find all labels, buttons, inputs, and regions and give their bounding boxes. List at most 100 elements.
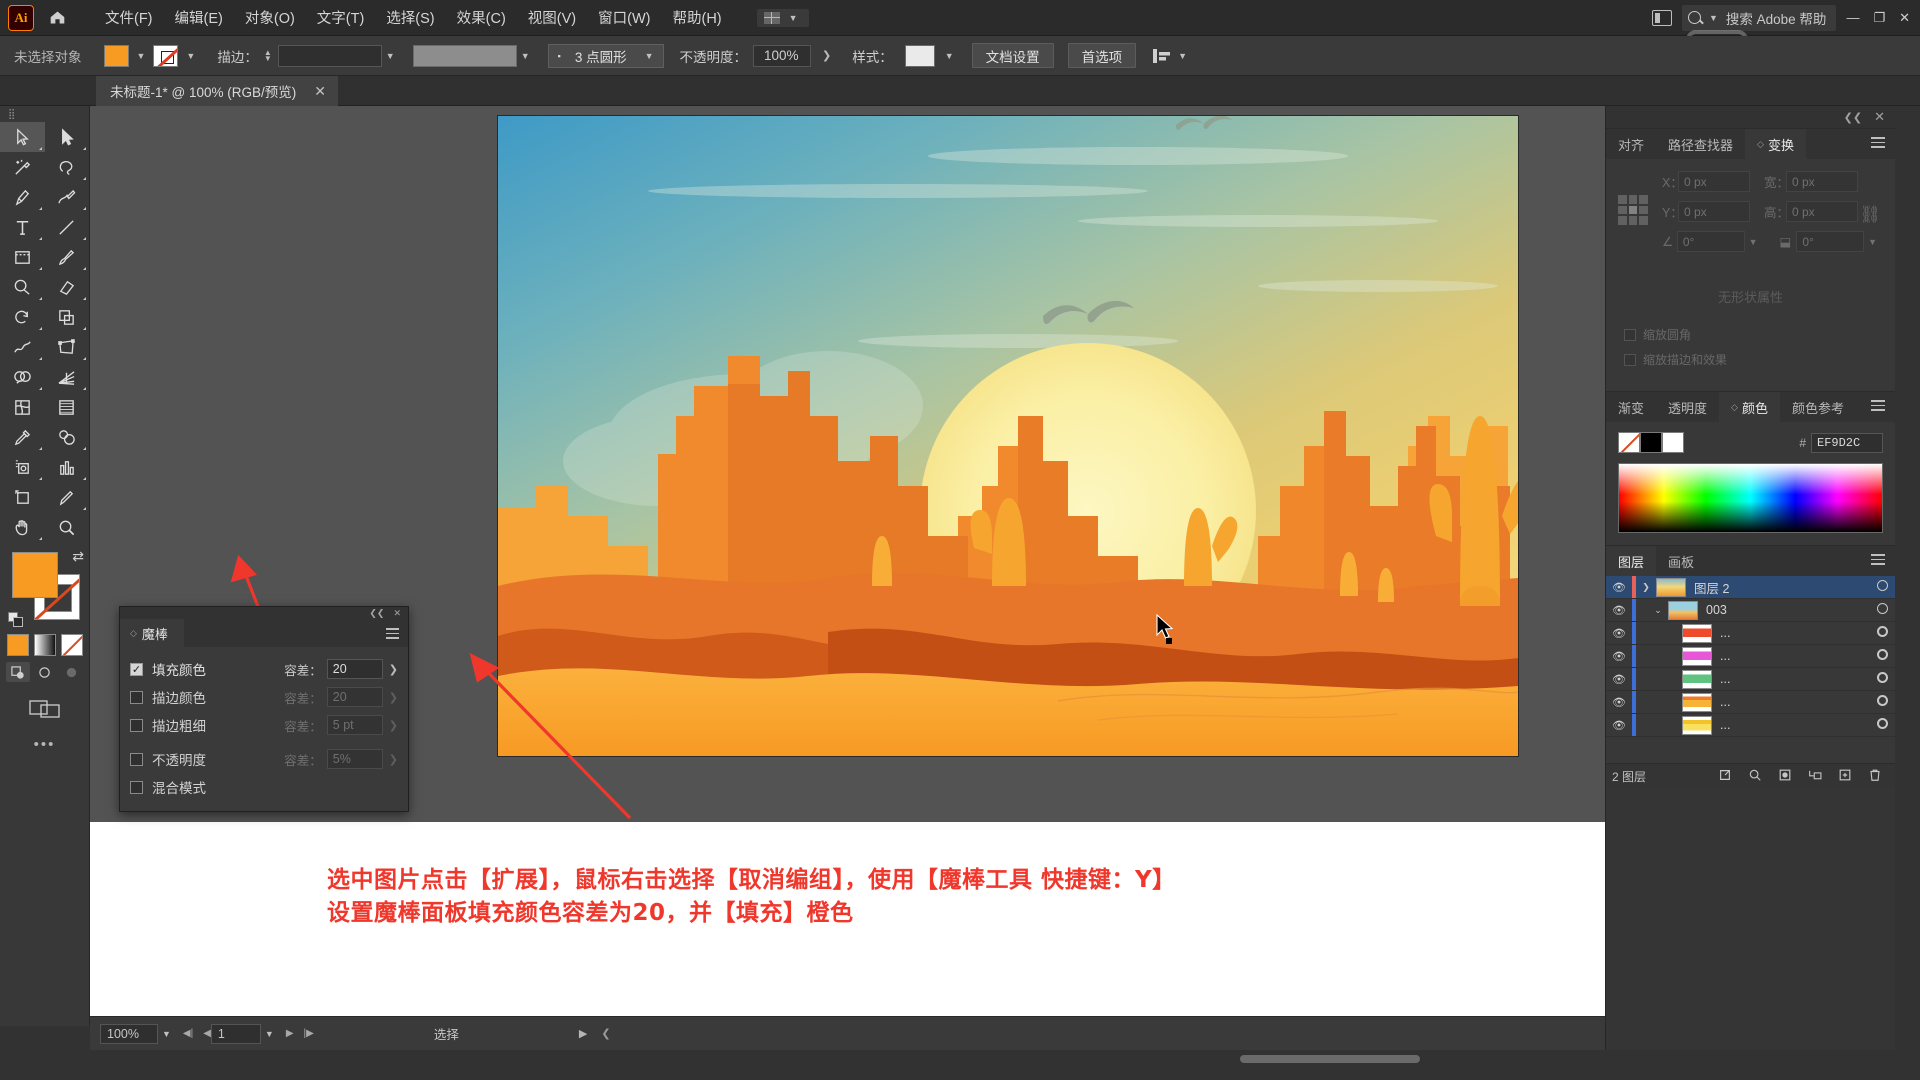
last-artboard-icon[interactable]: |▶ (304, 1028, 314, 1039)
tab-artboards[interactable]: 画板 (1656, 546, 1706, 576)
tab-pathfinder[interactable]: 路径查找器 (1656, 129, 1745, 159)
scale-corners-option[interactable]: 缩放圆角 (1624, 326, 1881, 343)
table-row[interactable]: 👁 ... (1606, 645, 1895, 668)
align-options-icon[interactable] (1152, 47, 1174, 65)
menu-help[interactable]: 帮助(H) (661, 1, 732, 34)
eye-icon[interactable]: 👁 (1606, 604, 1632, 617)
table-row[interactable]: 👁 ... (1606, 714, 1895, 737)
document-setup-button[interactable]: 文档设置 (971, 43, 1054, 68)
menu-select[interactable]: 选择(S) (375, 1, 445, 34)
direct-selection-tool[interactable] (45, 122, 90, 152)
free-transform-tool[interactable] (45, 332, 90, 362)
menu-window[interactable]: 窗口(W) (587, 1, 661, 34)
tab-color-guide[interactable]: 颜色参考 (1780, 392, 1856, 422)
chevron-down-icon[interactable]: ▼ (158, 1029, 175, 1039)
menu-file[interactable]: 文件(F) (94, 1, 164, 34)
stroke-weight-field[interactable] (277, 44, 382, 67)
magic-wand-tool[interactable] (0, 152, 45, 182)
make-clipping-mask-icon[interactable] (1771, 768, 1799, 785)
slice-tool[interactable] (45, 482, 90, 512)
hex-input[interactable]: EF9D2C (1811, 432, 1883, 453)
stroke-swatch[interactable] (153, 44, 179, 67)
black-swatch[interactable] (1640, 432, 1662, 453)
fill-color-checkbox[interactable]: ✓ (130, 662, 143, 676)
blend-tool[interactable] (45, 422, 90, 452)
layer-name[interactable]: 003 (1706, 603, 1869, 617)
close-button[interactable]: ✕ (1899, 10, 1910, 26)
first-artboard-icon[interactable]: ◀| (183, 1028, 193, 1039)
eye-icon[interactable]: 👁 (1606, 696, 1632, 709)
prev-artboard-icon[interactable]: ◀ (203, 1028, 211, 1039)
artboard-number-field[interactable]: 1 (210, 1023, 261, 1044)
target-indicator[interactable] (1869, 672, 1895, 686)
menu-effect[interactable]: 效果(C) (446, 1, 517, 34)
eye-icon[interactable]: 👁 (1606, 650, 1632, 663)
panel-menu-icon[interactable] (1871, 554, 1885, 568)
chevron-right-icon[interactable]: ❯ (1636, 582, 1656, 593)
chevron-down-icon[interactable]: ▼ (261, 1029, 278, 1039)
dock-close-icon[interactable]: ✕ (1874, 109, 1885, 125)
layer-name[interactable]: ... (1720, 649, 1869, 663)
shear-input[interactable]: 0° (1796, 231, 1865, 252)
scale-corners-checkbox[interactable] (1624, 328, 1636, 341)
layer-name[interactable]: ... (1720, 626, 1869, 640)
scale-strokes-checkbox[interactable] (1624, 353, 1636, 366)
eyedropper-tool[interactable] (0, 422, 45, 452)
panel-menu-icon[interactable] (1871, 137, 1885, 151)
constrain-proportions-icon[interactable]: ⛓ (1859, 205, 1881, 225)
close-icon[interactable]: ✕ (314, 83, 326, 100)
target-indicator[interactable] (1869, 695, 1895, 709)
tab-align[interactable]: 对齐 (1606, 129, 1656, 159)
color-mode-solid[interactable] (6, 634, 29, 656)
minimize-button[interactable]: — (1846, 10, 1859, 25)
toolbar-fill-swatch[interactable] (12, 552, 58, 598)
color-mode-gradient[interactable] (33, 634, 56, 656)
pen-tool[interactable] (0, 182, 45, 212)
table-row[interactable]: 👁 ... (1606, 622, 1895, 645)
rectangle-tool[interactable] (0, 242, 45, 272)
perspective-grid-tool[interactable] (45, 362, 90, 392)
symbol-sprayer-tool[interactable] (0, 452, 45, 482)
next-artboard-icon[interactable]: ▶ (286, 1028, 294, 1039)
tab-gradient[interactable]: 渐变 (1606, 392, 1656, 422)
scale-tool[interactable] (45, 302, 90, 332)
chevron-down-icon[interactable]: ⌄ (1648, 605, 1668, 616)
selection-tool[interactable] (0, 122, 45, 152)
opacity-expand-icon[interactable]: ❯ (817, 49, 836, 62)
stroke-weight-checkbox[interactable] (130, 718, 143, 732)
fill-tolerance-expand-icon[interactable]: ❯ (389, 663, 398, 676)
chevron-down-icon[interactable]: ▼ (1745, 237, 1762, 247)
column-graph-tool[interactable] (45, 452, 90, 482)
chevron-down-icon[interactable]: ▼ (182, 51, 199, 61)
menu-view[interactable]: 视图(V) (517, 1, 587, 34)
line-segment-tool[interactable] (45, 212, 90, 242)
search-icon[interactable] (1741, 768, 1769, 785)
chevron-down-icon[interactable]: ▼ (1174, 51, 1191, 61)
white-swatch[interactable] (1662, 432, 1684, 453)
paintbrush-tool[interactable] (45, 242, 90, 272)
tab-layers[interactable]: 图层 (1606, 546, 1657, 576)
zoom-level-field[interactable]: 100% (100, 1023, 158, 1044)
panel-close-icon[interactable]: ✕ (393, 608, 401, 619)
scale-strokes-option[interactable]: 缩放描边和效果 (1624, 351, 1881, 368)
target-indicator[interactable] (1869, 718, 1895, 732)
none-swatch[interactable] (1618, 432, 1640, 453)
chevron-down-icon[interactable]: ▼ (133, 51, 150, 61)
layer-name[interactable]: ... (1720, 695, 1869, 709)
color-mode-none[interactable] (60, 634, 83, 656)
draw-inside-icon[interactable] (60, 662, 84, 682)
opacity-checkbox[interactable] (130, 752, 143, 766)
artboard-tool[interactable] (0, 482, 45, 512)
blend-mode-checkbox[interactable] (130, 780, 143, 794)
target-indicator[interactable] (1869, 603, 1895, 617)
create-sublayer-icon[interactable] (1801, 768, 1829, 785)
x-input[interactable]: 0 px (1678, 171, 1750, 192)
gradient-tool[interactable] (45, 392, 90, 422)
chevron-down-icon[interactable]: ▼ (382, 51, 399, 61)
toolbar-grip[interactable]: ⣿ (0, 106, 89, 122)
eye-icon[interactable]: 👁 (1606, 627, 1632, 640)
document-tab[interactable]: 未标题-1* @ 100% (RGB/预览) ✕ (96, 76, 338, 106)
draw-behind-icon[interactable] (33, 662, 57, 682)
horizontal-scrollbar[interactable] (1240, 1055, 1420, 1063)
swap-fill-stroke-icon[interactable]: ⇄ (72, 548, 84, 565)
